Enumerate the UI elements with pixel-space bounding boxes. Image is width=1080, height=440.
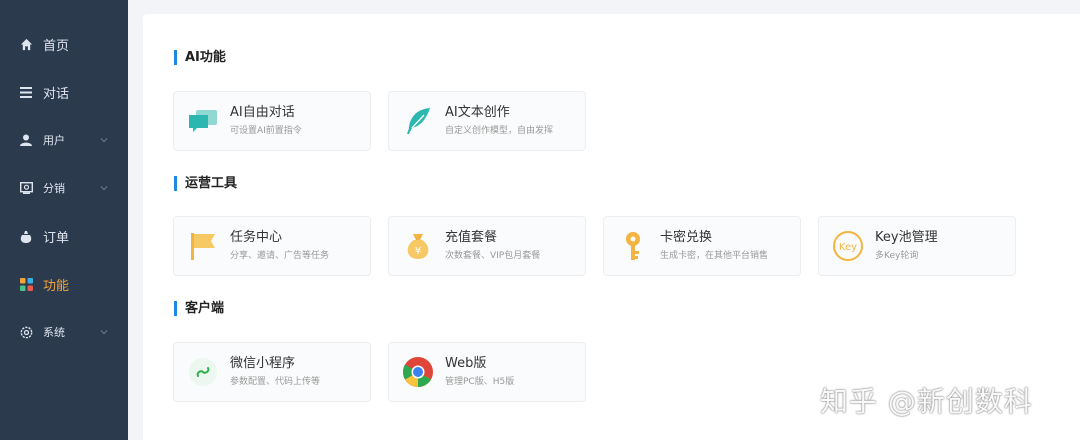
chevron-down-icon (100, 330, 108, 335)
apps-grid-icon (19, 277, 33, 291)
feather-icon (401, 104, 435, 138)
card-title: Key池管理 (875, 230, 938, 245)
sidebar-item-label: 用户 (43, 134, 65, 147)
card-task-center[interactable]: 任务中心 分享、邀请、广告等任务 (173, 216, 371, 276)
section-title-ai: AI功能 (174, 50, 226, 65)
sidebar-item-label: 系统 (43, 326, 65, 339)
card-ai-chat[interactable]: AI自由对话 可设置AI前置指令 (173, 91, 371, 151)
sidebar-item-home[interactable]: 首页 (0, 20, 128, 68)
card-desc: 参数配置、代码上传等 (230, 377, 321, 387)
sidebar-item-chat[interactable]: 对话 (0, 68, 128, 116)
chevron-down-icon (100, 186, 108, 191)
menu-icon (19, 85, 33, 99)
card-ai-writing[interactable]: AI文本创作 自定义创作模型，自由发挥 (388, 91, 586, 151)
card-title: 微信小程序 (230, 356, 296, 371)
sidebar-item-label: 功能 (43, 278, 70, 294)
chevron-down-icon (100, 138, 108, 143)
card-desc: 多Key轮询 (875, 251, 919, 261)
card-desc: 管理PC版、H5版 (445, 377, 515, 387)
distribution-icon (19, 181, 33, 195)
card-card-redeem[interactable]: 卡密兑换 生成卡密，在其他平台销售 (603, 216, 801, 276)
chat-bubble-icon (186, 104, 220, 138)
sidebar-item-label: 订单 (43, 230, 70, 246)
card-title: AI文本创作 (445, 105, 510, 120)
card-desc: 生成卡密，在其他平台销售 (660, 251, 769, 261)
svg-text:¥: ¥ (415, 246, 421, 257)
top-strip (128, 0, 1080, 6)
flag-icon (186, 229, 220, 263)
card-recharge-plans[interactable]: ¥ 充值套餐 次数套餐、VIP包月套餐 (388, 216, 586, 276)
card-title: 任务中心 (230, 230, 283, 245)
svg-text:Key: Key (839, 242, 857, 253)
sidebar-item-label: 对话 (43, 86, 70, 102)
chrome-icon (401, 355, 435, 389)
key-badge-icon: Key (831, 229, 865, 263)
card-title: Web版 (445, 356, 487, 371)
card-desc: 次数套餐、VIP包月套餐 (445, 251, 541, 261)
watermark: 知乎 @新创数科 (820, 385, 1033, 418)
card-title: 充值套餐 (445, 230, 498, 245)
mini-program-icon (186, 355, 220, 389)
card-title: 卡密兑换 (660, 230, 713, 245)
key-icon (616, 229, 650, 263)
home-icon (19, 37, 33, 51)
feature-panel: AI功能 AI自由对话 可设置AI前置指令 AI文本创作 自定义创作模型，自由发… (143, 14, 1080, 440)
sidebar-item-distribution[interactable]: 分销 (0, 164, 128, 212)
sidebar: 首页 对话 用户 分销 订单 功能 系统 (0, 0, 128, 440)
card-wechat-miniprogram[interactable]: 微信小程序 参数配置、代码上传等 (173, 342, 371, 402)
money-bag-icon: ¥ (401, 229, 435, 263)
section-title-clients: 客户端 (174, 301, 224, 316)
sidebar-item-label: 首页 (43, 38, 70, 54)
sidebar-item-users[interactable]: 用户 (0, 116, 128, 164)
sidebar-item-system[interactable]: 系统 (0, 308, 128, 356)
card-title: AI自由对话 (230, 105, 295, 120)
order-bag-icon (19, 229, 33, 243)
sidebar-item-label: 分销 (43, 182, 65, 195)
settings-icon (19, 325, 33, 339)
card-key-pool[interactable]: Key Key池管理 多Key轮询 (818, 216, 1016, 276)
card-desc: 可设置AI前置指令 (230, 126, 302, 136)
sidebar-item-orders[interactable]: 订单 (0, 212, 128, 260)
section-title-ops: 运营工具 (174, 176, 237, 191)
sidebar-item-features[interactable]: 功能 (0, 260, 128, 308)
card-web-version[interactable]: Web版 管理PC版、H5版 (388, 342, 586, 402)
card-desc: 分享、邀请、广告等任务 (230, 251, 330, 261)
card-desc: 自定义创作模型，自由发挥 (445, 126, 554, 136)
user-icon (19, 133, 33, 147)
